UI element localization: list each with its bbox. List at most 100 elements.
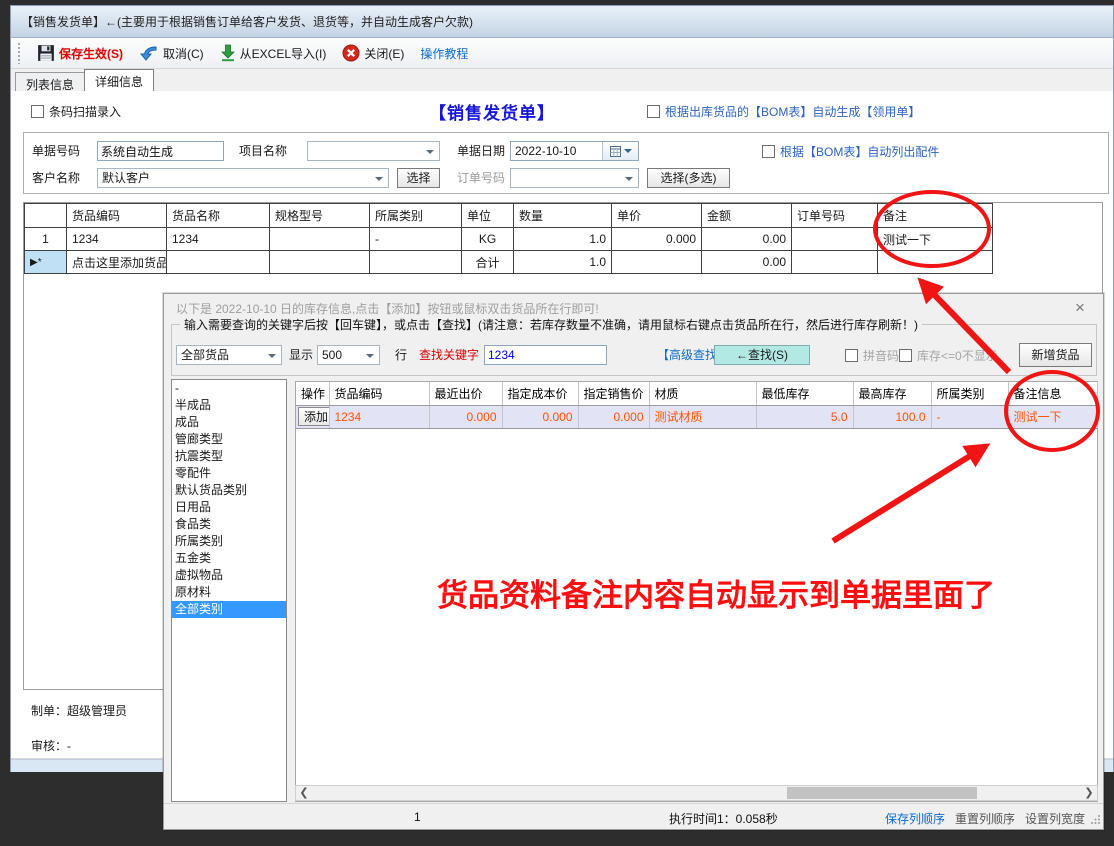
save-button-label: 保存生效(S) [59, 45, 123, 62]
record-count: 1 [414, 810, 421, 824]
project-select[interactable] [307, 141, 440, 161]
green-download-arrow-icon [220, 44, 236, 62]
tab-list-info[interactable]: 列表信息 [15, 72, 85, 91]
chevron-down-icon [366, 354, 374, 362]
calendar-icon [610, 146, 621, 157]
list-item[interactable]: 默认货品类别 [172, 482, 286, 499]
table-row[interactable]: 1 1234 1234 - KG 1.0 0.000 0.00 测试一下 [25, 228, 993, 251]
scroll-right-icon[interactable]: ❯ [1081, 786, 1097, 800]
order-no-label: 订单号码 [457, 168, 505, 188]
barcode-scan-checkbox[interactable]: 条码扫描录入 [31, 103, 121, 120]
customer-select-button[interactable]: 选择 [397, 168, 440, 188]
window-title: 【销售发货单】←(主要用于根据销售订单给客户发货、退货等，并自动生成客户欠款) [11, 6, 1113, 38]
save-column-order-link[interactable]: 保存列顺序 [885, 810, 945, 827]
list-item[interactable]: 五金类 [172, 550, 286, 567]
scrollbar-thumb[interactable] [787, 787, 977, 799]
tutorial-link[interactable]: 操作教程 [416, 43, 472, 64]
rows-unit-label: 行 [395, 345, 407, 365]
customer-select[interactable]: 默认客户 [97, 168, 389, 188]
chevron-down-icon [426, 150, 434, 158]
close-button[interactable]: 关闭(E) [338, 42, 408, 64]
checkbox-icon[interactable] [31, 105, 44, 118]
close-button-label: 关闭(E) [364, 45, 404, 62]
excel-import-label: 从EXCEL导入(I) [240, 45, 327, 62]
keyword-label: 查找关键字 [419, 345, 479, 365]
list-item[interactable]: 抗震类型 [172, 448, 286, 465]
chevron-down-icon [268, 354, 276, 362]
keyword-input[interactable] [484, 345, 607, 365]
toolbar-drag-grip[interactable] [17, 42, 21, 64]
list-item[interactable]: 虚拟物品 [172, 567, 286, 584]
date-picker-button[interactable] [602, 142, 638, 160]
list-item-selected[interactable]: 全部类别 [172, 601, 286, 618]
new-goods-button[interactable]: 新增货品 [1019, 343, 1092, 367]
stock-filter-checkbox[interactable]: 库存<=0不显示 [899, 347, 998, 364]
checkbox-icon[interactable] [845, 349, 858, 362]
bom-generate-label: 根据出库货品的【BOM表】自动生成【领用单】 [665, 103, 920, 120]
date-input[interactable]: 2022-10-10 [510, 141, 639, 161]
tab-strip: 列表信息 详细信息 [11, 69, 1113, 91]
checkbox-icon[interactable] [899, 349, 912, 362]
checkbox-icon[interactable] [762, 145, 775, 158]
list-item[interactable]: 成品 [172, 414, 286, 431]
horizontal-scrollbar[interactable]: ❮ ❯ [295, 785, 1098, 801]
inventory-row[interactable]: 添加 1234 0.000 0.000 0.000 测试材质 5.0 100.0… [296, 405, 1097, 428]
doc-no-input[interactable] [97, 141, 224, 161]
list-item[interactable]: - [172, 380, 286, 397]
row-limit-select[interactable]: 500 [317, 345, 380, 365]
bom-generate-checkbox[interactable]: 根据出库货品的【BOM表】自动生成【领用单】 [647, 103, 920, 120]
list-item[interactable]: 所属类别 [172, 533, 286, 550]
scroll-left-icon[interactable]: ❮ [296, 786, 312, 800]
date-label: 单据日期 [457, 141, 505, 161]
checkbox-icon[interactable] [647, 105, 660, 118]
tab-detail-info[interactable]: 详细信息 [84, 69, 154, 91]
new-row[interactable]: ▶* 点击这里添加货品 合计 1.0 0.00 [25, 251, 993, 274]
multi-select-button[interactable]: 选择(多选) [647, 168, 730, 188]
dialog-status-bar: 1 执行时间1：0.058秒 保存列顺序 重置列顺序 设置列宽度 [164, 803, 1103, 829]
dialog-close-icon[interactable]: × [1069, 298, 1091, 318]
cancel-button-label: 取消(C) [163, 45, 204, 62]
pinyin-checkbox[interactable]: 拼音码 [845, 347, 899, 364]
set-column-width-link[interactable]: 设置列宽度 [1025, 810, 1085, 827]
new-row-marker: ▶* [25, 251, 67, 274]
floppy-disk-icon [37, 44, 55, 62]
resize-grip-icon[interactable] [1091, 813, 1101, 827]
find-button[interactable]: ←查找(S) [714, 345, 810, 365]
order-items-table: 货品编码 货品名称 规格型号 所属类别 单位 数量 单价 金额 订单号码 备注 … [24, 203, 993, 274]
barcode-scan-label: 条码扫描录入 [49, 103, 121, 120]
inventory-table: 操作 货品编码 最近出价 指定成本价 指定销售价 材质 最低库存 最高库存 所属… [296, 382, 1098, 429]
list-item[interactable]: 原材料 [172, 584, 286, 601]
order-no-select[interactable] [510, 168, 639, 188]
remark-cell: 测试一下 [878, 228, 993, 251]
bom-list-checkbox[interactable]: 根据【BOM表】自动列出配件 [762, 143, 939, 160]
list-item[interactable]: 管廊类型 [172, 431, 286, 448]
total-qty: 1.0 [514, 251, 612, 274]
inventory-table-panel: 操作 货品编码 最近出价 指定成本价 指定销售价 材质 最低库存 最高库存 所属… [295, 381, 1098, 802]
total-label: 合计 [462, 251, 514, 274]
list-item[interactable]: 食品类 [172, 516, 286, 533]
chevron-down-icon [624, 149, 632, 157]
customer-label: 客户名称 [32, 168, 80, 188]
maker-label: 制单：超级管理员 [31, 702, 127, 719]
goods-category-select[interactable]: 全部货品 [176, 345, 282, 365]
doc-no-label: 单据号码 [32, 141, 80, 161]
reset-column-order-link[interactable]: 重置列顺序 [955, 810, 1015, 827]
inventory-dialog: 以下是 2022-10-10 日的库存信息,点击【添加】按钮或鼠标双击货品所在行… [163, 293, 1104, 830]
cancel-button[interactable]: 取消(C) [135, 42, 208, 64]
add-item-hint[interactable]: 点击这里添加货品 [67, 251, 167, 274]
auditor-label: 审核：- [31, 737, 71, 754]
save-button[interactable]: 保存生效(S) [33, 42, 127, 64]
show-label: 显示 [289, 345, 313, 365]
add-button[interactable]: 添加 [298, 407, 329, 426]
chevron-down-icon [625, 177, 633, 185]
list-item[interactable]: 零配件 [172, 465, 286, 482]
toolbar: 保存生效(S) 取消(C) 从EXCEL导入(I) 关闭(E) 操作教程 [11, 38, 1113, 69]
table-header-row: 货品编码 货品名称 规格型号 所属类别 单位 数量 单价 金额 订单号码 备注 [25, 204, 993, 228]
order-header-form: 单据号码 项目名称 单据日期 2022-10-10 根据【BOM表】自动列出配件… [23, 132, 1109, 194]
list-item[interactable]: 日用品 [172, 499, 286, 516]
excel-import-button[interactable]: 从EXCEL导入(I) [216, 42, 331, 64]
inventory-remark-cell: 测试一下 [1008, 405, 1097, 428]
list-item[interactable]: 半成品 [172, 397, 286, 414]
bom-list-label: 根据【BOM表】自动列出配件 [780, 143, 939, 160]
project-label: 项目名称 [239, 141, 287, 161]
